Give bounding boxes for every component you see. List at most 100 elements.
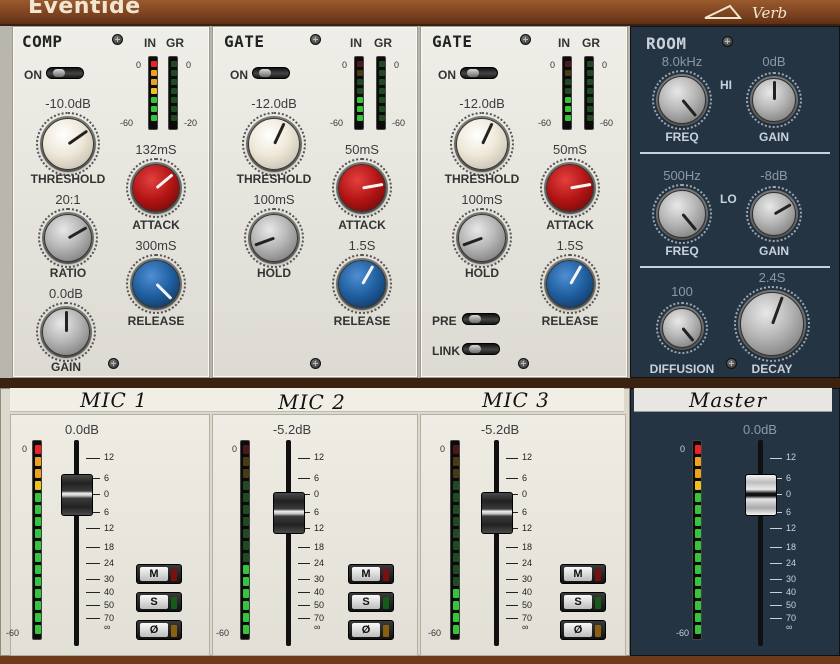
comp-on-toggle[interactable] <box>46 67 84 79</box>
mic2-phase-button[interactable]: Ø <box>348 620 394 640</box>
mic1-mute-button[interactable]: M <box>136 564 182 584</box>
gate2-hold-knob[interactable] <box>458 214 506 262</box>
master-meter-bottom: -60 <box>676 628 690 638</box>
room-lo-freq-knob[interactable] <box>658 190 706 238</box>
gate2-on-toggle[interactable] <box>460 67 498 79</box>
master-fader-track <box>758 440 763 646</box>
scale-tick <box>86 605 100 606</box>
scale-label: 18 <box>104 542 115 552</box>
mic2-mute-button[interactable]: M <box>348 564 394 584</box>
room-hi-gain-value: 0dB <box>762 54 786 69</box>
scale-label: 12 <box>314 523 325 533</box>
mic1-phase-button[interactable]: Ø <box>136 620 182 640</box>
gate1-on-toggle[interactable] <box>252 67 290 79</box>
scale-label: 6 <box>522 473 528 483</box>
scale-label: 30 <box>314 574 325 584</box>
gate2-attack-value: 50mS <box>553 142 587 157</box>
scale-label: ∞ <box>786 622 793 632</box>
gate1-meter-in-top: 0 <box>342 60 348 70</box>
scale-tick <box>506 592 518 593</box>
scale-tick <box>86 592 100 593</box>
room-hi-gain-label: GAIN <box>759 130 789 144</box>
scale-tick <box>770 592 782 593</box>
scale-tick <box>298 547 310 548</box>
room-diffusion-knob[interactable] <box>662 308 702 348</box>
gate1-threshold-knob[interactable] <box>248 118 300 170</box>
comp-release-label: RELEASE <box>127 314 185 328</box>
master-name: Master <box>688 388 768 412</box>
scale-tick <box>298 563 310 564</box>
scale-label: 12 <box>104 452 115 462</box>
master-level-meter <box>692 440 702 640</box>
room-title: ROOM <box>646 34 687 53</box>
mic2-meter-top: 0 <box>232 444 238 454</box>
gate2-link-toggle[interactable] <box>462 343 500 355</box>
gate2-gr-meter <box>584 56 594 130</box>
mic3-fader[interactable] <box>481 492 513 534</box>
wood-header: Eventide Verb <box>0 0 840 24</box>
gate1-title: GATE <box>224 32 265 51</box>
comp-meter-in-top: 0 <box>136 60 142 70</box>
scale-tick <box>86 547 100 548</box>
scale-tick <box>770 547 782 548</box>
comp-release-knob[interactable] <box>132 260 180 308</box>
scale-tick <box>298 579 310 580</box>
gate1-release-knob[interactable] <box>338 260 386 308</box>
wood-footer <box>0 656 840 664</box>
comp-attack-knob[interactable] <box>132 164 180 212</box>
scale-label: 40 <box>104 587 115 597</box>
mic3-mute-button[interactable]: M <box>560 564 606 584</box>
room-hi-freq-knob[interactable] <box>658 76 706 124</box>
scale-label: 6 <box>522 507 528 517</box>
comp-meter-gr-top: 0 <box>186 60 192 70</box>
screw-icon <box>726 358 737 369</box>
gate1-attack-knob[interactable] <box>338 164 386 212</box>
room-diffusion-label: DIFFUSION <box>649 362 715 376</box>
mic2-solo-button[interactable]: S <box>348 592 394 612</box>
scale-tick <box>506 458 518 459</box>
comp-threshold-knob[interactable] <box>42 118 94 170</box>
mic3-solo-button[interactable]: S <box>560 592 606 612</box>
mic2-meter-bottom: -60 <box>216 628 230 638</box>
scale-label: 50 <box>522 600 533 610</box>
gate1-in-meter <box>354 56 364 130</box>
scale-tick <box>506 605 518 606</box>
gate2-release-knob[interactable] <box>546 260 594 308</box>
comp-meter-in-bottom: -60 <box>120 118 134 128</box>
gate2-title: GATE <box>432 32 473 51</box>
mic1-fader-track <box>74 440 79 646</box>
scale-label: 24 <box>786 558 797 568</box>
scale-tick <box>506 618 518 619</box>
mic3-phase-button[interactable]: Ø <box>560 620 606 640</box>
scale-label: 50 <box>314 600 325 610</box>
master-fader[interactable] <box>745 474 777 516</box>
mic1-fader[interactable] <box>61 474 93 516</box>
scale-label: 30 <box>522 574 533 584</box>
comp-gain-knob[interactable] <box>42 308 90 356</box>
gate2-attack-knob[interactable] <box>546 164 594 212</box>
scale-label: 24 <box>522 558 533 568</box>
gate1-hold-knob[interactable] <box>250 214 298 262</box>
comp-ratio-knob[interactable] <box>44 214 92 262</box>
gate1-attack-label: ATTACK <box>338 218 386 232</box>
gate2-meter-gr-bottom: -60 <box>600 118 614 128</box>
scale-tick <box>298 478 310 479</box>
room-decay-knob[interactable] <box>740 292 804 356</box>
gate2-in-label: IN <box>558 36 570 50</box>
comp-gain-value: 0.0dB <box>49 286 83 301</box>
comp-threshold-value: -10.0dB <box>45 96 91 111</box>
room-lo-freq-value: 500Hz <box>663 168 701 183</box>
gate2-threshold-label: THRESHOLD <box>444 172 520 186</box>
gate1-on-label: ON <box>230 68 248 82</box>
mic2-fader[interactable] <box>273 492 305 534</box>
gate2-pre-toggle[interactable] <box>462 313 500 325</box>
mic1-solo-button[interactable]: S <box>136 592 182 612</box>
gate2-threshold-knob[interactable] <box>456 118 508 170</box>
scale-label: 0 <box>522 489 528 499</box>
scale-label: 18 <box>314 542 325 552</box>
room-hi-gain-knob[interactable] <box>752 78 796 122</box>
verb-logo: Verb <box>704 4 787 22</box>
room-lo-gain-knob[interactable] <box>752 192 796 236</box>
gate2-meter-in-bottom: -60 <box>538 118 552 128</box>
scale-label: 12 <box>314 452 325 462</box>
